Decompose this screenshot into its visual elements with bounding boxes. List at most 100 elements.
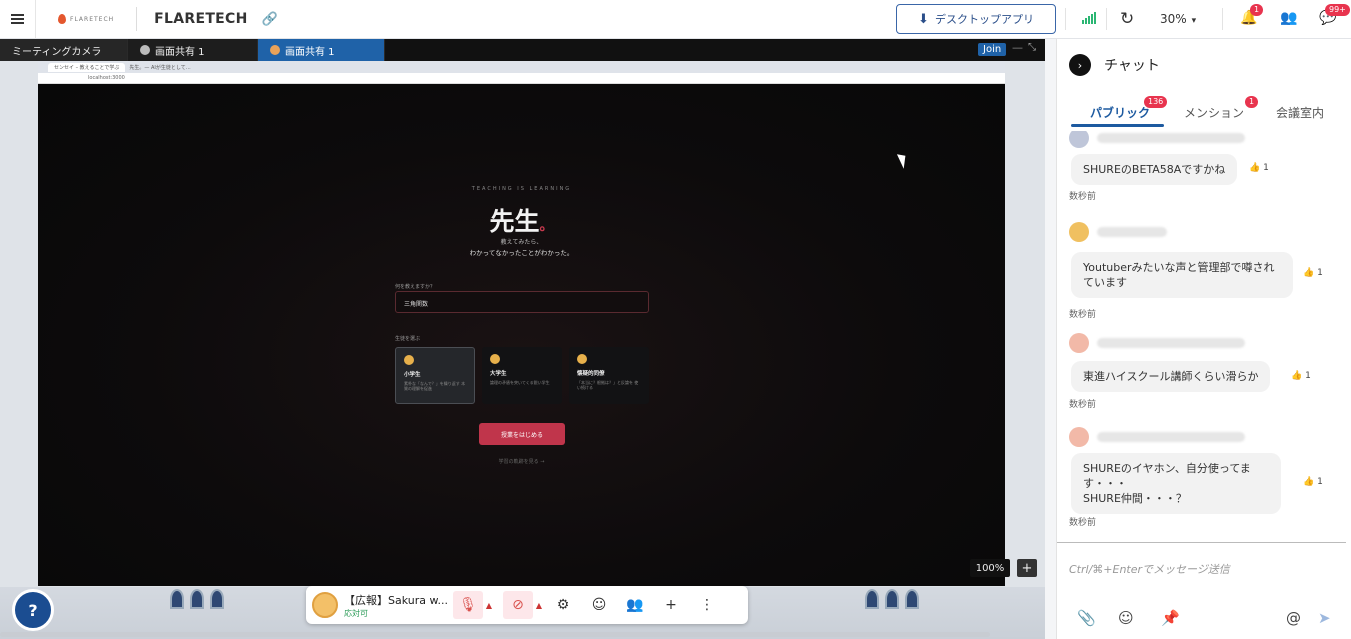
- shared-tagline: TEACHING IS LEARNING: [471, 186, 572, 192]
- pin-icon[interactable]: 📌: [1161, 609, 1180, 627]
- message-input[interactable]: Ctrl/⌘+Enterでメッセージ送信: [1069, 561, 1230, 577]
- avatar: [270, 45, 280, 55]
- avatar[interactable]: [1069, 333, 1089, 353]
- divider: [1222, 8, 1223, 30]
- tab-mentions[interactable]: メンション: [1184, 104, 1244, 121]
- zoom-in-button[interactable]: +: [1017, 559, 1037, 577]
- thumbs-up-reaction[interactable]: 👍 1: [1291, 371, 1311, 381]
- menu-icon[interactable]: [0, 0, 36, 39]
- user-info[interactable]: 【広報】Sakura w... 応対可: [344, 592, 450, 619]
- shared-page: TEACHING IS LEARNING 先生。 教えてみたら、 わかってなかっ…: [38, 84, 1005, 586]
- chat-badge: 99+: [1325, 4, 1350, 16]
- chat-message: SHUREのイヤホン、自分使ってます・・・ SHURE仲間・・・？ 👍 1 数秒…: [1069, 427, 1339, 528]
- shared-browser-tab: 先生。— AIが生徒として…: [129, 64, 191, 71]
- attachment-icon[interactable]: 📎: [1077, 609, 1096, 627]
- shared-start-button: 授業をはじめる: [479, 423, 565, 445]
- chat-tabs: パブリック 136 メンション 1 会議室内: [1057, 96, 1351, 129]
- avatar[interactable]: [1069, 131, 1089, 148]
- desktop-app-button[interactable]: ⬇ デスクトップアプリ: [896, 4, 1056, 34]
- message-time: 数秒前: [1069, 310, 1097, 320]
- office-chairs-decoration: [170, 589, 224, 609]
- user-name: 【広報】Sakura w...: [344, 593, 448, 607]
- tab-label: 画面共有 1: [285, 46, 335, 58]
- signal-strength-icon[interactable]: [1082, 12, 1096, 24]
- shared-topic-input: 三角関数: [395, 291, 649, 313]
- emoji-icon[interactable]: ☺: [1118, 609, 1134, 627]
- tab-public[interactable]: パブリック: [1090, 104, 1150, 121]
- sender-name-redacted: [1097, 133, 1245, 143]
- chat-message-list: SHUREのBETA58Aですかね 👍 1 数秒前 Youtuberみたいな声と…: [1057, 131, 1346, 543]
- camera-options-chevron-icon[interactable]: ▲: [533, 591, 545, 619]
- refresh-icon[interactable]: ↻: [1120, 9, 1134, 29]
- settings-gear-icon[interactable]: ⚙: [545, 591, 581, 619]
- help-button[interactable]: ?: [12, 589, 54, 631]
- screen-zoom-level: 100%: [970, 559, 1010, 577]
- join-button[interactable]: Join: [978, 43, 1007, 56]
- workspace-title: FLARETECH: [154, 11, 248, 27]
- add-icon[interactable]: +: [653, 591, 689, 619]
- chevron-right-icon[interactable]: ›: [1069, 54, 1091, 76]
- download-icon: ⬇: [918, 11, 929, 27]
- brand-logo-text: FLARETECH: [70, 15, 115, 23]
- mouse-cursor-icon: [896, 151, 911, 169]
- participants-group-icon[interactable]: 👥: [617, 591, 653, 619]
- emoji-reaction-icon[interactable]: ☺: [581, 591, 617, 619]
- tab-screen-share-2[interactable]: 画面共有 1: [258, 39, 385, 61]
- mic-options-chevron-icon[interactable]: ▲: [483, 591, 495, 619]
- tab-screen-share-1[interactable]: 画面共有 1: [128, 39, 258, 61]
- collapse-icon[interactable]: ⤡: [1028, 42, 1036, 53]
- minimize-icon[interactable]: —: [1012, 41, 1023, 54]
- thumbs-up-reaction[interactable]: 👍 1: [1303, 477, 1323, 487]
- shared-hero-title: 先生。: [38, 202, 1005, 238]
- brand-logo[interactable]: FLARETECH: [58, 14, 114, 24]
- avatar: [140, 45, 150, 55]
- thumbs-up-reaction[interactable]: 👍 1: [1249, 163, 1269, 173]
- thumbs-up-reaction[interactable]: 👍 1: [1303, 268, 1323, 278]
- avatar[interactable]: [312, 592, 338, 618]
- card-title: 小学生: [404, 372, 421, 378]
- divider: [1106, 8, 1107, 30]
- mentions-badge: 1: [1245, 96, 1259, 108]
- sender-name-redacted: [1097, 432, 1245, 442]
- message-bubble: Youtuberみたいな声と管理部で噂されています: [1071, 252, 1293, 298]
- chat-panel: › チャット パブリック 136 メンション 1 会議室内 SHUREのBETA…: [1056, 39, 1351, 639]
- sender-name-redacted: [1097, 338, 1245, 348]
- student-emoji-icon: [577, 354, 587, 364]
- message-time: 数秒前: [1069, 192, 1097, 202]
- horizontal-scrollbar[interactable]: [0, 632, 990, 637]
- send-icon[interactable]: ➤: [1318, 609, 1331, 627]
- participants-icon[interactable]: 👥: [1280, 10, 1297, 26]
- shared-question-label: 何を教えますか？: [395, 284, 436, 290]
- avatar[interactable]: [1069, 427, 1089, 447]
- camera-off-icon[interactable]: ⊘: [503, 591, 533, 619]
- divider: [136, 7, 138, 31]
- mention-icon[interactable]: @: [1286, 609, 1301, 627]
- shared-screen: センセイ – 教えることで学ぶ 先生。— AIが生徒として… localhost…: [38, 61, 1005, 586]
- more-options-icon[interactable]: ⋮: [689, 591, 725, 619]
- message-time: 数秒前: [1069, 518, 1097, 528]
- tab-meeting-room[interactable]: 会議室内: [1276, 104, 1324, 121]
- chat-actions: 📎 ☺ 📌 @ ➤: [1057, 609, 1351, 633]
- sender-name-redacted: [1097, 227, 1167, 237]
- meeting-stage: ミーティングカメラ 画面共有 1 画面共有 1 Join — ⤡ センセイ – …: [0, 39, 1045, 639]
- zoom-dropdown[interactable]: 30% ▾: [1160, 12, 1196, 26]
- tab-meeting-camera[interactable]: ミーティングカメラ: [0, 39, 128, 61]
- mic-muted-icon[interactable]: 🎙: [453, 591, 483, 619]
- avatar[interactable]: [1069, 222, 1089, 242]
- tab-label: 画面共有 1: [155, 46, 205, 58]
- message-bubble: SHUREのイヤホン、自分使ってます・・・ SHURE仲間・・・？: [1071, 453, 1281, 514]
- shared-url: localhost:3000: [88, 75, 125, 81]
- public-badge: 136: [1144, 96, 1168, 108]
- link-icon[interactable]: 🔗: [262, 12, 278, 27]
- shared-browser-tab: センセイ – 教えることで学ぶ: [48, 62, 126, 72]
- desktop-app-label: デスクトップアプリ: [934, 13, 1034, 26]
- stage-tabs: ミーティングカメラ 画面共有 1 画面共有 1: [0, 39, 1045, 61]
- shared-student-card: 懐疑的同僚 「本当に？根拠は？」と反論を 使い続ける: [569, 347, 649, 404]
- flame-icon: [58, 14, 66, 24]
- user-status: 応対可: [344, 608, 368, 618]
- message-bubble: SHUREのBETA58Aですかね: [1071, 154, 1238, 185]
- active-tab-indicator: [1071, 124, 1164, 127]
- divider: [1065, 8, 1066, 30]
- chat-title: チャット: [1104, 58, 1160, 74]
- shared-student-card: 大学生 論理の矛盾を突いてくる鋭い学生: [482, 347, 562, 404]
